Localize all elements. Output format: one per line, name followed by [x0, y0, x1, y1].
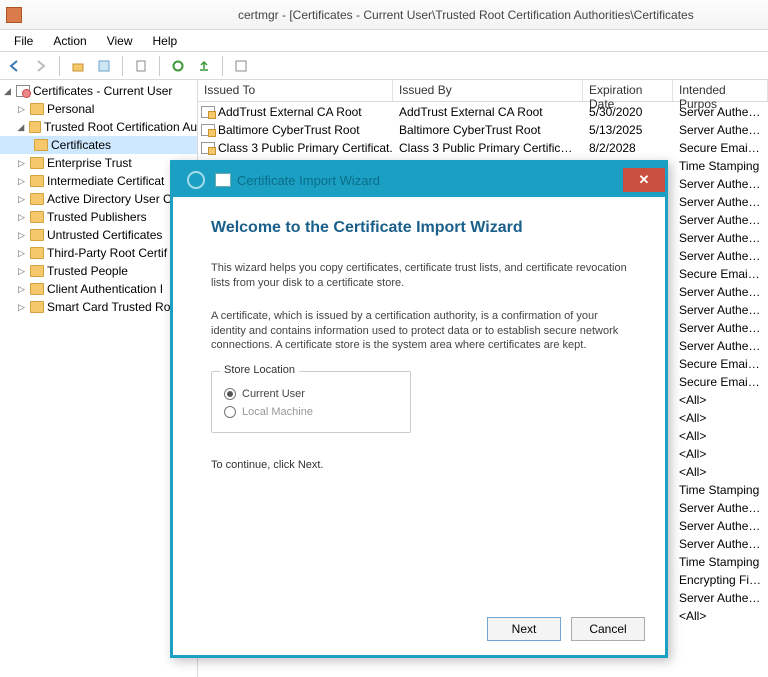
col-issued-by[interactable]: Issued By [393, 80, 583, 101]
tree-item-certificates[interactable]: Certificates [0, 136, 197, 154]
wizard-titlebar: Certificate Import Wizard ✕ [173, 163, 665, 197]
export-button[interactable] [193, 55, 215, 77]
table-row[interactable]: Baltimore CyberTrust RootBaltimore Cyber… [198, 121, 768, 139]
folder-icon [29, 121, 41, 133]
radio-current-user[interactable]: Current User [224, 388, 398, 400]
wizard-back-icon[interactable] [187, 171, 205, 189]
col-expiration[interactable]: Expiration Date [583, 80, 673, 101]
tree-item-personal[interactable]: ▷Personal [0, 100, 197, 118]
menu-action[interactable]: Action [45, 32, 94, 50]
tree-root-label: Certificates - Current User [33, 84, 172, 98]
store-location-group: Store Location Current User Local Machin… [211, 371, 411, 433]
refresh-button[interactable] [167, 55, 189, 77]
import-wizard-dialog: Certificate Import Wizard ✕ Welcome to t… [170, 160, 668, 658]
cert-icon [201, 106, 215, 118]
cancel-button[interactable]: Cancel [571, 617, 645, 641]
tree-item-publishers[interactable]: ▷Trusted Publishers [0, 208, 197, 226]
wizard-text-1: This wizard helps you copy certificates,… [211, 261, 627, 291]
tree-item-3rd-party[interactable]: ▷Third-Party Root Certif [0, 244, 197, 262]
store-location-label: Store Location [220, 364, 299, 376]
table-row[interactable]: Class 3 Public Primary Certificat...Clas… [198, 139, 768, 157]
menu-help[interactable]: Help [145, 32, 186, 50]
menu-file[interactable]: File [6, 32, 41, 50]
cert-store-icon [16, 85, 30, 97]
chevron-down-icon[interactable]: ◢ [2, 86, 13, 97]
chevron-down-icon[interactable]: ◢ [16, 122, 26, 133]
folder-icon [30, 265, 44, 277]
tree-item-trusted-people[interactable]: ▷Trusted People [0, 262, 197, 280]
window-titlebar: certmgr - [Certificates - Current User\T… [0, 0, 768, 30]
tree-item-ad-user[interactable]: ▷Active Directory User C [0, 190, 197, 208]
help-button[interactable] [230, 55, 252, 77]
chevron-right-icon[interactable]: ▷ [16, 104, 27, 115]
radio-icon [224, 388, 236, 400]
properties-button[interactable] [93, 55, 115, 77]
tree-root[interactable]: ◢ Certificates - Current User [0, 82, 197, 100]
folder-icon [30, 301, 44, 313]
radio-local-machine[interactable]: Local Machine [224, 406, 398, 418]
table-row[interactable]: AddTrust External CA RootAddTrust Extern… [198, 103, 768, 121]
folder-icon [30, 193, 44, 205]
wizard-continue-text: To continue, click Next. [211, 459, 627, 471]
folder-icon [30, 229, 44, 241]
folder-icon [30, 157, 44, 169]
folder-icon [30, 283, 44, 295]
tree-item-enterprise[interactable]: ▷Enterprise Trust [0, 154, 197, 172]
radio-icon [224, 406, 236, 418]
app-icon [6, 7, 22, 23]
folder-icon [34, 139, 48, 151]
wizard-cert-icon [215, 173, 231, 187]
col-purpose[interactable]: Intended Purpos [673, 80, 768, 101]
window-title: certmgr - [Certificates - Current User\T… [238, 8, 694, 22]
folder-icon [30, 247, 44, 259]
folder-icon [30, 103, 44, 115]
tree-item-client-auth[interactable]: ▷Client Authentication I [0, 280, 197, 298]
cert-icon [201, 124, 215, 136]
wizard-title: Certificate Import Wizard [237, 173, 380, 188]
tree-item-untrusted[interactable]: ▷Untrusted Certificates [0, 226, 197, 244]
forward-button[interactable] [30, 55, 52, 77]
next-button[interactable]: Next [487, 617, 561, 641]
back-button[interactable] [4, 55, 26, 77]
tree-item-intermediate[interactable]: ▷Intermediate Certificat [0, 172, 197, 190]
cert-icon [201, 142, 215, 154]
tree-panel: ◢ Certificates - Current User ▷Personal … [0, 80, 198, 677]
wizard-heading: Welcome to the Certificate Import Wizard [211, 219, 627, 237]
folder-icon [30, 211, 44, 223]
close-button[interactable]: ✕ [623, 168, 665, 192]
tree-item-smartcard[interactable]: ▷Smart Card Trusted Ro [0, 298, 197, 316]
menu-bar: File Action View Help [0, 30, 768, 52]
toolbar [0, 52, 768, 80]
list-header: Issued To Issued By Expiration Date Inte… [198, 80, 768, 102]
delete-button[interactable] [130, 55, 152, 77]
up-button[interactable] [67, 55, 89, 77]
tree-item-trusted-root[interactable]: ◢Trusted Root Certification Au [0, 118, 197, 136]
col-issued-to[interactable]: Issued To [198, 80, 393, 101]
folder-icon [30, 175, 44, 187]
wizard-text-2: A certificate, which is issued by a cert… [211, 309, 627, 354]
menu-view[interactable]: View [99, 32, 141, 50]
